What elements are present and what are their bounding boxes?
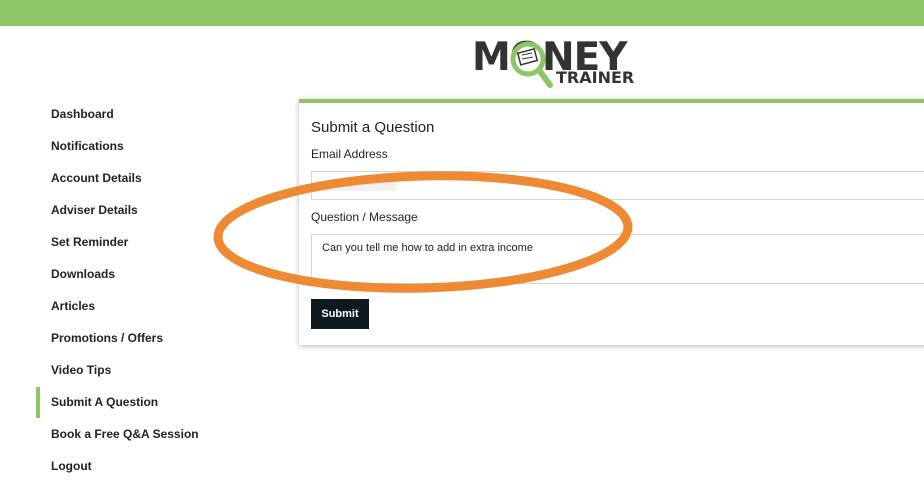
email-label: Email Address — [311, 147, 388, 161]
submit-question-panel: Submit a Question Email Address Question… — [299, 99, 924, 345]
submit-button[interactable]: Submit — [311, 299, 369, 329]
email-field[interactable] — [311, 171, 924, 200]
sidebar-item-notifications[interactable]: Notifications — [36, 130, 256, 162]
panel-title: Submit a Question — [311, 119, 435, 136]
sidebar-item-dashboard[interactable]: Dashboard — [36, 98, 256, 130]
money-trainer-logo[interactable]: MONEY TRAINER — [472, 36, 642, 88]
message-label: Question / Message — [311, 210, 418, 224]
sidebar-item-submit-a-question[interactable]: Submit A Question — [36, 386, 256, 418]
sidebar-item-articles[interactable]: Articles — [36, 290, 256, 322]
redacted-email-value — [316, 181, 396, 191]
sidebar-item-promotions-offers[interactable]: Promotions / Offers — [36, 322, 256, 354]
message-textarea[interactable]: Can you tell me how to add in extra inco… — [311, 234, 924, 284]
sidebar-item-downloads[interactable]: Downloads — [36, 258, 256, 290]
top-accent-bar — [0, 0, 924, 26]
magnifier-logo-icon — [510, 41, 553, 88]
sidebar-item-logout[interactable]: Logout — [36, 450, 256, 482]
sidebar-item-book-free-qa-session[interactable]: Book a Free Q&A Session — [36, 418, 256, 450]
sidebar-item-account-details[interactable]: Account Details — [36, 162, 256, 194]
sidebar-item-set-reminder[interactable]: Set Reminder — [36, 226, 256, 258]
sidebar-item-adviser-details[interactable]: Adviser Details — [36, 194, 256, 226]
sidebar-item-video-tips[interactable]: Video Tips — [36, 354, 256, 386]
sidebar-nav: Dashboard Notifications Account Details … — [36, 98, 256, 482]
logo-subtitle: TRAINER — [556, 68, 635, 87]
